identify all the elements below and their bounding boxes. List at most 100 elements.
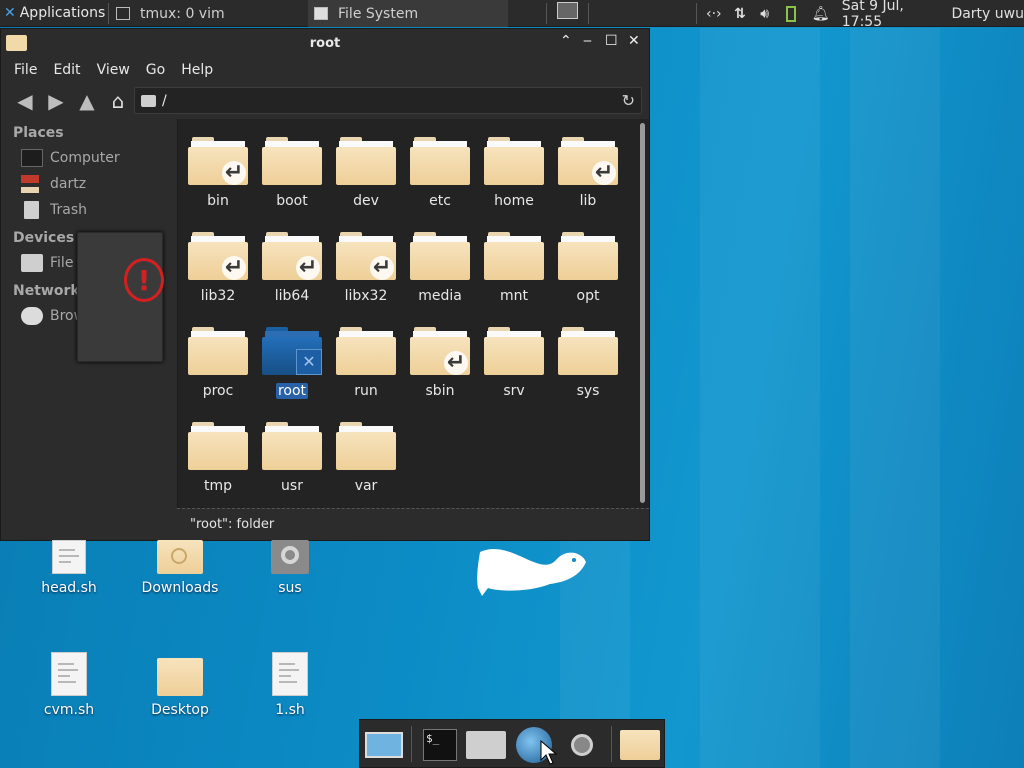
- menu-go[interactable]: Go: [138, 62, 173, 78]
- menu-bar: File Edit View Go Help: [1, 57, 649, 83]
- text-file-icon: [51, 652, 87, 696]
- desktop-icon-downloads[interactable]: Downloads: [130, 540, 230, 596]
- folder-item-var[interactable]: var: [329, 416, 403, 508]
- symlink-arrow-icon: ↵: [222, 256, 246, 280]
- sidebar-item-dartz[interactable]: dartz: [21, 175, 86, 193]
- maximize-icon[interactable]: ☐: [605, 33, 618, 49]
- folder-item-boot[interactable]: boot: [255, 131, 329, 223]
- symlink-arrow-icon: ↵: [222, 161, 246, 185]
- folder-label: lib64: [274, 288, 310, 304]
- taskbar-item-tmux[interactable]: tmux: 0 vim: [116, 0, 306, 27]
- panel-separator: [546, 3, 547, 24]
- desktop-icon: [365, 732, 403, 758]
- error-icon: !: [124, 258, 164, 302]
- folder-label: media: [418, 288, 462, 304]
- folder-item-bin[interactable]: ↵ bin: [181, 131, 255, 223]
- toolbar: ◀ ▶ ▲ ⌂ / ↻: [1, 83, 649, 119]
- desktop-icon-cvm-sh[interactable]: cvm.sh: [19, 652, 119, 718]
- menu-help[interactable]: Help: [173, 62, 221, 78]
- desktop-icon-head-sh[interactable]: head.sh: [19, 540, 119, 596]
- folder-item-dev[interactable]: dev: [329, 131, 403, 223]
- folder-view: ↵ bin boot dev etc home ↵ lib ↵ lib32 ↵ lib64 ↵ libx3…: [177, 119, 649, 508]
- folder-item-mnt[interactable]: mnt: [477, 226, 551, 318]
- volume-icon[interactable]: 🔊︎: [760, 6, 780, 22]
- folder-item-home[interactable]: home: [477, 131, 551, 223]
- menu-edit[interactable]: Edit: [45, 62, 88, 78]
- folder-icon: ↵: [188, 232, 248, 280]
- trash-icon: [24, 201, 39, 219]
- menu-file[interactable]: File: [6, 62, 45, 78]
- terminal-icon: [116, 7, 130, 20]
- folder-item-lib64[interactable]: ↵ lib64: [255, 226, 329, 318]
- folder-item-sbin[interactable]: ↵ sbin: [403, 321, 477, 413]
- folder-item-tmp[interactable]: tmp: [181, 416, 255, 508]
- file-manager-launcher[interactable]: [466, 726, 506, 764]
- folder-launcher[interactable]: [620, 726, 660, 764]
- reload-icon[interactable]: ↻: [622, 91, 635, 110]
- user-name[interactable]: Darty uwu: [951, 6, 1024, 22]
- folder-item-lib[interactable]: ↵ lib: [551, 131, 625, 223]
- applications-menu-button[interactable]: ✕ Applications: [0, 0, 109, 27]
- folder-item-media[interactable]: media: [403, 226, 477, 318]
- folder-label: boot: [276, 193, 308, 209]
- desktop-icon-desktop[interactable]: Desktop: [130, 658, 230, 718]
- arrow-right-icon[interactable]: ▶: [42, 88, 70, 114]
- sidebar-item-computer[interactable]: Computer: [21, 149, 120, 167]
- desktop-icon-1-sh[interactable]: 1.sh: [240, 652, 340, 718]
- computer-icon: [21, 149, 43, 167]
- show-desktop-launcher[interactable]: [364, 726, 404, 764]
- sidebar-item-browse-network[interactable]: Brow: [21, 307, 85, 325]
- app-finder-launcher[interactable]: [562, 726, 602, 764]
- folder-label: libx32: [344, 288, 388, 304]
- folder-label: root: [275, 383, 309, 399]
- folder-item-proc[interactable]: proc: [181, 321, 255, 413]
- folder-item-lib32[interactable]: ↵ lib32: [181, 226, 255, 318]
- menu-view[interactable]: View: [89, 62, 138, 78]
- close-icon[interactable]: ✕: [628, 33, 640, 49]
- panel-separator: [588, 3, 589, 24]
- folder-item-opt[interactable]: opt: [551, 226, 625, 318]
- folder-label: var: [354, 478, 378, 494]
- folder-item-srv[interactable]: srv: [477, 321, 551, 413]
- transfer-icon[interactable]: ⇅: [734, 6, 754, 22]
- folder-item-usr[interactable]: usr: [255, 416, 329, 508]
- sidebar-heading-network: Network: [13, 283, 80, 299]
- desktop-icon-sus[interactable]: sus: [240, 540, 340, 596]
- text-file-icon: [272, 652, 308, 696]
- minimize-icon[interactable]: ⌃: [560, 33, 572, 49]
- sidebar-heading-devices: Devices: [13, 230, 75, 246]
- cloud-icon: [21, 307, 43, 325]
- network-icon[interactable]: ‹·›: [706, 6, 726, 22]
- folder-icon: [262, 422, 322, 470]
- clock[interactable]: Sat 9 Jul, 17:55: [842, 0, 940, 30]
- sidebar-item-trash[interactable]: Trash: [21, 201, 87, 219]
- folder-item-sys[interactable]: sys: [551, 321, 625, 413]
- folder-label: tmp: [203, 478, 232, 494]
- folder-item-libx32[interactable]: ↵ libx32: [329, 226, 403, 318]
- terminal-launcher[interactable]: $_: [420, 726, 460, 764]
- arrow-up-icon[interactable]: ▲: [73, 88, 101, 114]
- folder-icon: [262, 137, 322, 185]
- home-folder-icon: [466, 731, 506, 759]
- notification-bell-icon[interactable]: 🔔︎: [812, 6, 830, 22]
- folder-label: sbin: [425, 383, 455, 399]
- min-icon[interactable]: ‒: [583, 33, 592, 49]
- folder-item-root[interactable]: ✕ root: [255, 321, 329, 413]
- window-titlebar[interactable]: root ⌃ ‒ ☐ ✕: [1, 29, 649, 57]
- taskbar-item-file-system[interactable]: File System: [308, 0, 508, 27]
- error-popup: !: [77, 232, 164, 362]
- location-bar[interactable]: / ↻: [134, 87, 642, 114]
- sidebar-item-filesystem[interactable]: File: [21, 254, 73, 272]
- desktop-ray: [850, 28, 940, 768]
- folder-label: lib: [579, 193, 597, 209]
- folder-icon: [314, 7, 328, 20]
- battery-icon[interactable]: [786, 5, 796, 22]
- home-icon[interactable]: ⌂: [104, 88, 132, 114]
- folder-item-run[interactable]: run: [329, 321, 403, 413]
- file-manager-window: root ⌃ ‒ ☐ ✕ File Edit View Go Help ◀ ▶ …: [0, 28, 650, 541]
- search-icon: [571, 734, 593, 756]
- folder-item-etc[interactable]: etc: [403, 131, 477, 223]
- vertical-scrollbar[interactable]: [640, 123, 645, 503]
- arrow-left-icon[interactable]: ◀: [11, 88, 39, 114]
- show-desktop-icon[interactable]: [557, 2, 578, 19]
